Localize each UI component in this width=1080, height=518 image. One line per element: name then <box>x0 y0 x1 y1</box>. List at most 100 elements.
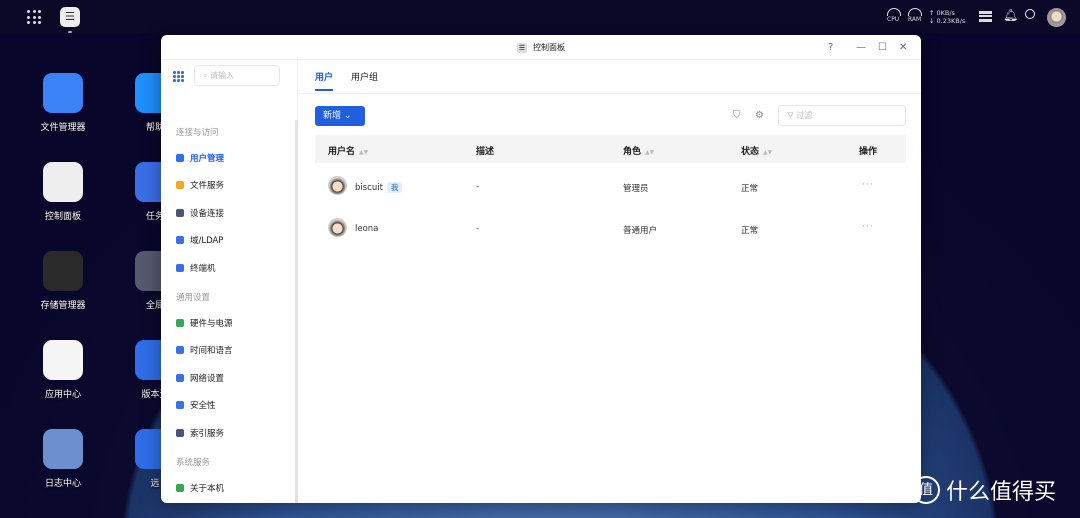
shield-icon[interactable]: ⛉ <box>733 110 741 121</box>
sidebar-item[interactable]: 网络设置 <box>176 372 224 384</box>
sidebar-item[interactable]: 时间和语言 <box>176 344 233 356</box>
server-icon[interactable] <box>979 11 992 22</box>
desktop-app-storage[interactable]: 存储管理器 <box>28 251 98 311</box>
gear-icon[interactable]: ⚙ <box>755 110 764 121</box>
desktop-app-folder[interactable]: 文件管理器 <box>28 73 98 133</box>
me-badge: 我 <box>386 182 403 193</box>
role-cell: 管理员 <box>623 184 649 194</box>
sidebar-search-input[interactable]: ⌕ 请输入 <box>194 65 280 86</box>
status-cell: 正常 <box>741 226 759 236</box>
sidebar-item[interactable]: 硬件与电源 <box>176 317 233 329</box>
sidebar-item-label: 网络设置 <box>190 373 225 384</box>
sidebar-scrollbar[interactable] <box>295 120 298 503</box>
sort-icon: ▲▼ <box>359 149 369 156</box>
sidebar-item-icon <box>176 428 184 437</box>
table-row[interactable]: biscuit 我 - 管理员 正常 ··· <box>315 168 906 208</box>
sidebar-item[interactable]: 设备连接 <box>176 207 224 219</box>
sidebar: ⌕ 请输入 连接与访问 用户管理 文件服务 设备连接 域/LDAP 终端机 通用设置 硬件与电… <box>161 60 298 503</box>
user-avatar[interactable] <box>1047 8 1066 27</box>
more-actions-button[interactable]: ··· <box>862 222 874 232</box>
sidebar-item[interactable]: 终端机 <box>176 262 216 274</box>
top-bar: ☰ CPU RAM ↑ 0KB/s ↓ 0.23KB/s 🔔︎ <box>0 0 1080 33</box>
filter-placeholder: 过滤 <box>796 111 813 120</box>
sidebar-item-icon <box>176 181 184 189</box>
column-status[interactable]: 状态 ▲▼ <box>741 144 772 157</box>
maximize-button[interactable]: ☐ <box>878 35 887 60</box>
sidebar-item[interactable]: 索引服务 <box>176 427 224 439</box>
download-speed: ↓ 0.23KB/s <box>929 17 966 25</box>
sidebar-item[interactable]: 用户管理 <box>176 152 224 164</box>
sidebar-item-icon <box>176 483 184 492</box>
desktop-app-log[interactable]: 日志中心 <box>28 429 98 489</box>
help-button[interactable]: ? <box>828 35 833 60</box>
sidebar-item[interactable]: 域/LDAP <box>176 234 223 246</box>
log-icon <box>43 429 83 469</box>
table-header: 用户名 ▲▼ 描述 角色 ▲▼ 状态 ▲▼ 操作 <box>315 135 906 163</box>
more-actions-button[interactable]: ··· <box>862 180 874 190</box>
close-button[interactable]: ✕ <box>899 35 907 60</box>
grid-view-icon[interactable] <box>173 71 184 82</box>
control-panel-window: ☰ 控制面板 ? — ☐ ✕ ⌕ 请输入 连接与访问 用户管理 文件服务 设备连接 域/L… <box>161 35 921 503</box>
bell-icon[interactable]: 🔔︎ <box>1003 8 1018 22</box>
sidebar-item-icon <box>176 208 184 217</box>
search-placeholder: 请输入 <box>210 71 235 80</box>
sidebar-item-label: 用户管理 <box>190 153 225 164</box>
sidebar-item-icon <box>176 153 184 162</box>
tab-divider <box>299 93 921 94</box>
column-description: 描述 <box>476 147 495 157</box>
sidebar-item-icon <box>176 401 184 409</box>
chevron-down-icon: ⌄ <box>343 111 352 121</box>
ram-label: RAM <box>908 16 922 23</box>
network-speed: ↑ 0KB/s ↓ 0.23KB/s <box>929 9 965 25</box>
sort-icon: ▲▼ <box>645 149 655 156</box>
minimize-button[interactable]: — <box>856 35 866 60</box>
app-center-icon <box>43 340 83 380</box>
status-cell: 正常 <box>741 184 759 194</box>
tab-users[interactable]: 用户 <box>315 70 334 91</box>
search-icon[interactable] <box>1025 9 1035 19</box>
description-cell: - <box>476 224 480 234</box>
sidebar-item[interactable]: 文件服务 <box>176 179 224 191</box>
column-username[interactable]: 用户名 ▲▼ <box>328 144 368 157</box>
ram-gauge-icon[interactable]: RAM <box>908 8 922 23</box>
sidebar-item-label: 域/LDAP <box>190 236 224 246</box>
avatar <box>328 218 347 237</box>
sidebar-item-icon <box>176 318 184 327</box>
cpu-label: CPU <box>887 16 900 23</box>
upload-speed: ↑ 0KB/s <box>929 9 955 17</box>
watermark-text: 什么值得买 <box>946 480 1057 505</box>
filter-icon: ⛛ <box>787 111 794 120</box>
control-panel-icon: ☰ <box>517 42 527 53</box>
cpu-gauge-icon[interactable]: CPU <box>887 8 901 23</box>
column-role[interactable]: 角色 ▲▼ <box>623 144 654 157</box>
desktop-app-sliders[interactable]: 控制面板 <box>28 162 98 222</box>
add-user-button[interactable]: 新增 ⌄ <box>315 106 365 126</box>
sidebar-item-label: 时间和语言 <box>190 346 233 356</box>
description-cell: - <box>476 182 480 192</box>
sidebar-item-label: 索引服务 <box>190 428 225 439</box>
window-title: 控制面板 <box>533 43 565 52</box>
desktop-app-app-center[interactable]: 应用中心 <box>28 340 98 400</box>
sidebar-item-label: 设备连接 <box>190 208 225 219</box>
control-panel-taskbar-icon[interactable]: ☰ <box>60 7 80 33</box>
sidebar-item-icon <box>176 263 184 272</box>
sidebar-item-label: 终端机 <box>190 263 216 274</box>
sidebar-section-title: 通用设置 <box>176 293 211 303</box>
sidebar-item-label: 文件服务 <box>190 181 225 191</box>
table-row[interactable]: leona - 普通用户 正常 ··· <box>315 210 906 250</box>
sidebar-section-title: 系统服务 <box>176 458 211 468</box>
desktop-app-label: 存储管理器 <box>40 301 86 311</box>
role-cell: 普通用户 <box>623 226 658 236</box>
sidebar-item-label: 硬件与电源 <box>190 318 233 329</box>
sidebar-item-label: 安全性 <box>190 401 216 411</box>
folder-icon <box>43 73 83 113</box>
desktop-app-label: 远 <box>150 479 160 489</box>
storage-icon <box>43 251 83 291</box>
sliders-icon <box>43 162 83 202</box>
sidebar-item[interactable]: 关于本机 <box>176 482 224 494</box>
column-actions: 操作 <box>859 147 878 157</box>
filter-input[interactable]: ⛛ 过滤 <box>778 105 906 126</box>
app-launcher-icon[interactable] <box>27 10 41 24</box>
tab-user-groups[interactable]: 用户组 <box>351 70 378 91</box>
sidebar-item[interactable]: 安全性 <box>176 399 216 411</box>
